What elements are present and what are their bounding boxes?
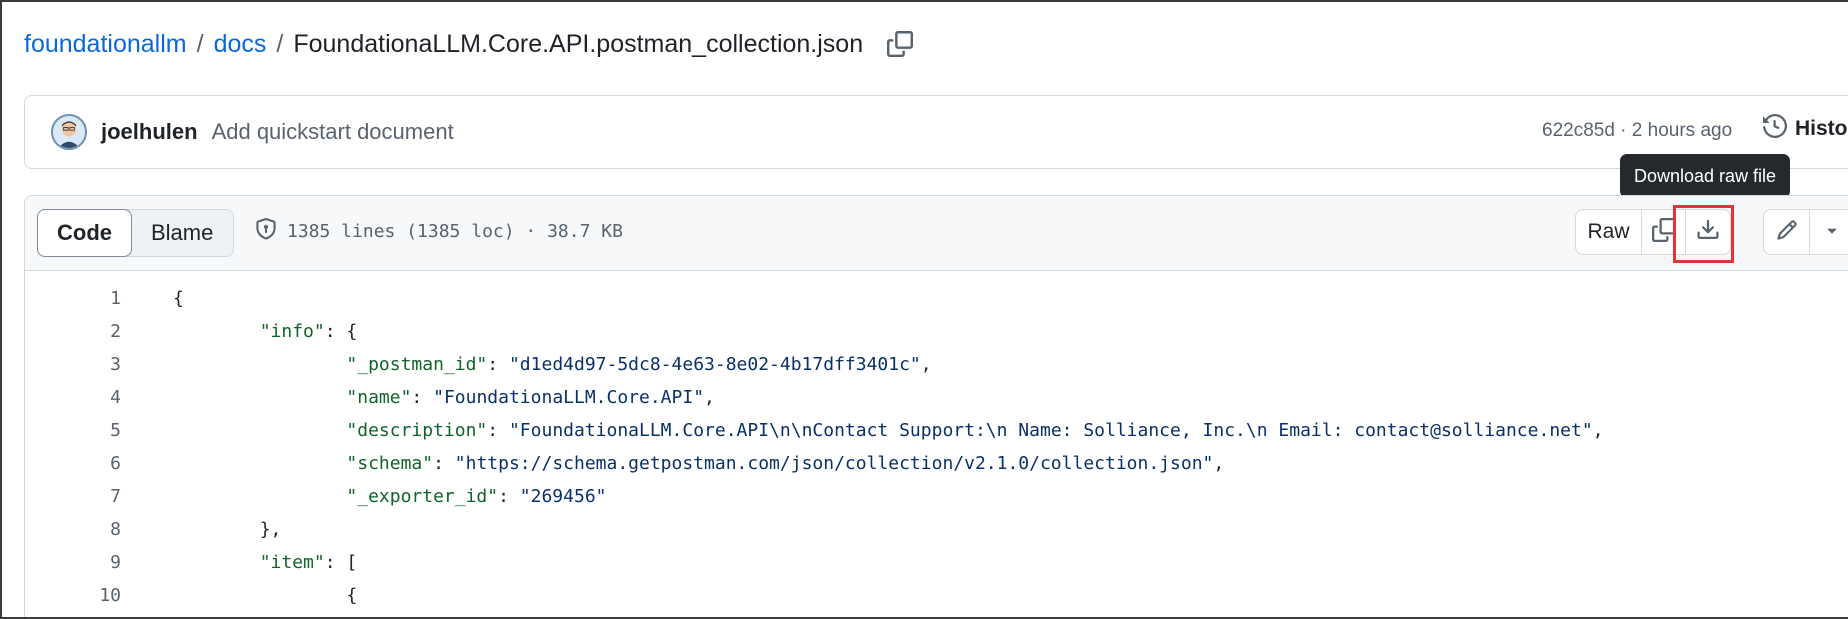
code-line-text: { [173,288,184,309]
line-number[interactable]: 10 [25,585,121,606]
avatar[interactable] [51,114,87,150]
tab-blame[interactable]: Blame [131,210,233,256]
copy-path-icon[interactable] [885,29,915,59]
history-icon [1763,113,1788,144]
code-line-text: "_exporter_id": "269456" [346,486,607,507]
download-tooltip: Download raw file [1620,154,1791,206]
line-number[interactable]: 9 [25,552,121,573]
line-number[interactable]: 6 [25,453,121,474]
triangle-down-icon [1822,220,1842,245]
line-number[interactable]: 5 [25,420,121,441]
code-line: 9 "item": [ [25,546,1848,579]
code-view: 1{2 "info": {3 "_postman_id": "d1ed4d97-… [25,271,1848,612]
tab-code[interactable]: Code [37,209,132,257]
code-line: 1{ [25,282,1848,315]
line-number[interactable]: 2 [25,321,121,342]
file-stats: 1385 lines (1385 loc) · 38.7 KB [287,221,623,242]
code-line-text: "_postman_id": "d1ed4d97-5dc8-4e63-8e02-… [346,354,932,375]
edit-actions-group [1763,209,1848,255]
code-line: 2 "info": { [25,315,1848,348]
code-line-text: }, [173,519,282,540]
file-header: Code Blame 1385 lines (1385 loc) · 38.7 … [25,196,1848,271]
code-line-text: "name": "FoundationaLLM.Core.API", [346,387,715,408]
code-line: 7 "_exporter_id": "269456" [25,480,1848,513]
code-line: 4 "name": "FoundationaLLM.Core.API", [25,381,1848,414]
view-toggle: Code Blame [37,209,235,257]
code-line: 8 }, [25,513,1848,546]
copy-icon [1651,217,1676,247]
breadcrumb-separator: / [196,29,204,58]
line-number[interactable]: 8 [25,519,121,540]
file-viewer: Code Blame 1385 lines (1385 loc) · 38.7 … [24,195,1848,617]
more-edit-options-button[interactable] [1810,210,1848,254]
commit-message-link[interactable]: Add quickstart document [212,119,454,145]
download-raw-button[interactable] [1686,210,1730,254]
file-info: 1385 lines (1385 loc) · 38.7 KB [255,218,623,245]
edit-file-button[interactable] [1764,210,1810,254]
window-frame: foundationallm / docs / FoundationaLLM.C… [0,0,1848,619]
breadcrumb-owner-link[interactable]: foundationallm [24,30,187,59]
latest-commit-box: joelhulen Add quickstart document 622c85… [24,95,1848,169]
code-line: 5 "description": "FoundationaLLM.Core.AP… [25,414,1848,447]
code-line-text: { [173,585,358,606]
history-button[interactable]: History [1763,113,1848,144]
raw-actions-group: Raw [1575,209,1731,255]
code-line: 6 "schema": "https://schema.getpostman.c… [25,447,1848,480]
history-label: History [1795,117,1848,140]
code-line: 10 { [25,579,1848,612]
code-line-text: "schema": "https://schema.getpostman.com… [346,453,1225,474]
commit-author-link[interactable]: joelhulen [101,119,198,145]
line-number[interactable]: 1 [25,288,121,309]
code-line: 3 "_postman_id": "d1ed4d97-5dc8-4e63-8e0… [25,348,1848,381]
raw-button[interactable]: Raw [1576,210,1642,254]
line-number[interactable]: 4 [25,387,121,408]
breadcrumb-file-name: FoundationaLLM.Core.API.postman_collecti… [293,29,864,58]
code-line-text: "item": [ [259,552,358,573]
code-line-text: "info": { [259,321,358,342]
breadcrumb: foundationallm / docs / FoundationaLLM.C… [24,26,915,62]
copy-raw-button[interactable] [1642,210,1686,254]
code-line-text: "description": "FoundationaLLM.Core.API\… [346,420,1604,441]
download-icon [1696,218,1720,247]
breadcrumb-separator: / [276,29,284,58]
breadcrumb-folder-link[interactable]: docs [214,30,267,59]
commit-meta[interactable]: 622c85d · 2 hours ago [1542,120,1732,142]
line-number[interactable]: 3 [25,354,121,375]
shield-icon [255,218,277,245]
pencil-icon [1776,219,1798,246]
line-number[interactable]: 7 [25,486,121,507]
